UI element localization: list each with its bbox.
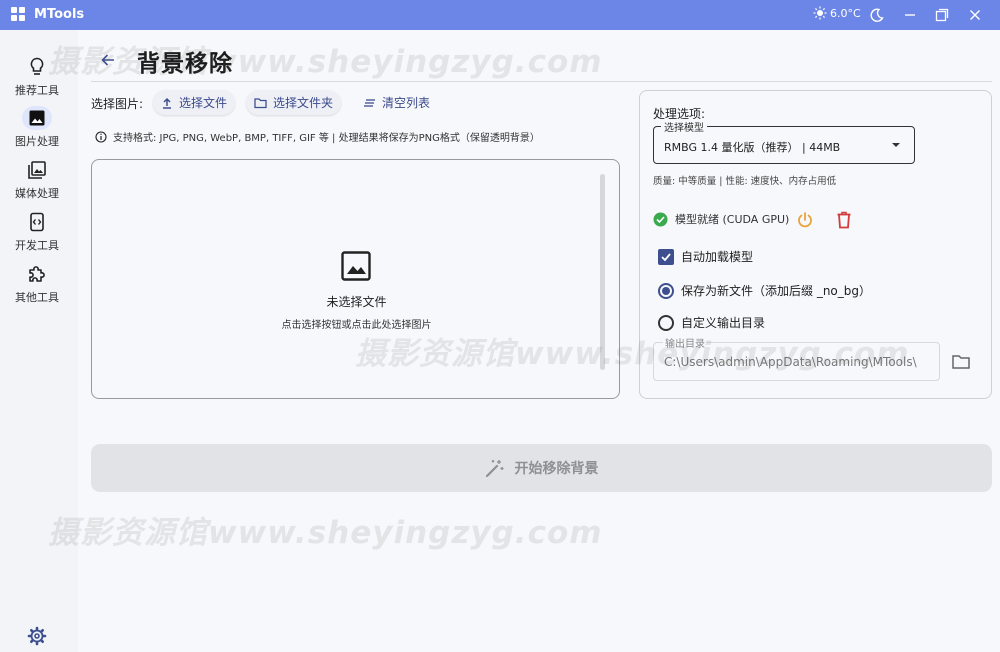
folder-icon bbox=[952, 354, 970, 369]
auto-load-model-label: 自动加载模型 bbox=[681, 250, 754, 264]
sidebar: 推荐工具 图片处理 媒体处理 开发工具 其他工具 bbox=[0, 30, 78, 652]
start-remove-background-button[interactable]: 开始移除背景 bbox=[91, 444, 992, 492]
clear-list-label: 清空列表 bbox=[382, 96, 431, 110]
image-placeholder-icon bbox=[341, 251, 371, 281]
save-as-new-file-label: 保存为新文件（添加后缀 _no_bg） bbox=[681, 284, 871, 298]
theme-moon-icon bbox=[870, 8, 884, 22]
gear-icon bbox=[27, 626, 47, 646]
magic-wand-icon bbox=[485, 460, 503, 478]
title-bar: MTools 6.0°C bbox=[0, 0, 1000, 30]
output-dir-value: C:\Users\admin\AppData\Roaming\MTools\ bbox=[664, 355, 917, 369]
model-select[interactable]: 选择模型 RMBG 1.4 量化版（推荐） | 44MB bbox=[653, 119, 915, 164]
supported-formats-text: 支持格式: JPG, PNG, WebP, BMP, TIFF, GIF 等 |… bbox=[113, 133, 540, 144]
select-folder-button[interactable]: 选择文件夹 bbox=[246, 90, 342, 115]
watermark: 摄影资源馆www.sheyingzyg.com bbox=[48, 515, 603, 551]
processing-options-panel: 处理选项: 选择模型 RMBG 1.4 量化版（推荐） | 44MB 质量: 中… bbox=[639, 90, 992, 399]
model-status-text: 模型就绪 (CUDA GPU) bbox=[675, 213, 790, 226]
lightbulb-icon bbox=[22, 55, 52, 79]
puzzle-icon bbox=[22, 262, 52, 286]
checkbox-checked-icon bbox=[658, 248, 674, 265]
select-file-label: 选择文件 bbox=[179, 96, 228, 110]
sidebar-item-media-processing[interactable]: 媒体处理 bbox=[0, 158, 74, 210]
app-logo-icon bbox=[11, 7, 25, 21]
sidebar-item-label: 其他工具 bbox=[15, 291, 59, 304]
unload-model-button[interactable] bbox=[794, 209, 816, 231]
sidebar-item-label: 媒体处理 bbox=[15, 187, 59, 200]
drop-zone-hint: 点击选择按钮或点击此处选择图片 bbox=[281, 320, 432, 331]
model-select-value: RMBG 1.4 量化版（推荐） | 44MB bbox=[664, 141, 841, 154]
minimize-icon bbox=[905, 14, 915, 16]
weather-temperature: 6.0°C bbox=[830, 6, 861, 20]
page-title: 背景移除 bbox=[137, 51, 233, 77]
select-folder-label: 选择文件夹 bbox=[273, 96, 334, 110]
sidebar-item-label: 开发工具 bbox=[15, 239, 59, 252]
info-icon bbox=[95, 130, 107, 143]
watermark: 摄影资源馆www.sheyingzyg.com bbox=[48, 44, 603, 80]
minimize-button[interactable] bbox=[900, 5, 920, 25]
clear-list-button[interactable]: 清空列表 bbox=[355, 90, 438, 115]
sidebar-item-dev-tools[interactable]: 开发工具 bbox=[0, 210, 74, 262]
image-drop-zone[interactable]: 未选择文件 点击选择按钮或点击此处选择图片 bbox=[91, 159, 620, 399]
sidebar-item-recommended[interactable]: 推荐工具 bbox=[0, 55, 74, 107]
model-status: 模型就绪 (CUDA GPU) bbox=[653, 211, 789, 227]
auto-load-model-checkbox[interactable]: 自动加载模型 bbox=[658, 248, 753, 265]
power-icon bbox=[798, 212, 812, 228]
output-dir-label: 输出目录 bbox=[663, 335, 707, 350]
delete-icon bbox=[837, 211, 851, 229]
check-circle-icon bbox=[653, 212, 668, 226]
close-button[interactable] bbox=[965, 5, 985, 25]
media-library-icon bbox=[22, 158, 52, 182]
theme-toggle-button[interactable] bbox=[867, 5, 887, 25]
image-icon bbox=[22, 106, 52, 130]
dropdown-arrow-icon bbox=[892, 143, 900, 147]
select-images-label: 选择图片: bbox=[91, 97, 144, 111]
maximize-icon bbox=[935, 8, 949, 22]
model-select-label: 选择模型 bbox=[661, 119, 707, 134]
weather-sun-icon bbox=[813, 6, 827, 20]
upload-icon bbox=[163, 97, 171, 109]
delete-model-button[interactable] bbox=[833, 209, 855, 231]
output-dir-field[interactable]: 输出目录 C:\Users\admin\AppData\Roaming\MToo… bbox=[653, 335, 940, 381]
app-title: MTools bbox=[34, 7, 85, 22]
header-divider bbox=[91, 81, 992, 82]
back-button[interactable] bbox=[97, 49, 119, 71]
clear-all-icon bbox=[364, 98, 375, 107]
close-icon bbox=[970, 10, 980, 20]
custom-output-dir-label: 自定义输出目录 bbox=[681, 316, 766, 330]
browse-output-dir-button[interactable] bbox=[950, 350, 972, 372]
settings-button[interactable] bbox=[27, 626, 47, 646]
arrow-left-icon bbox=[101, 54, 114, 66]
maximize-button[interactable] bbox=[932, 5, 952, 25]
weather-widget[interactable]: 6.0°C bbox=[813, 6, 861, 20]
select-file-button[interactable]: 选择文件 bbox=[153, 90, 236, 115]
start-button-label: 开始移除背景 bbox=[514, 461, 599, 477]
sidebar-item-image-processing[interactable]: 图片处理 bbox=[0, 106, 74, 158]
folder-icon bbox=[254, 97, 267, 108]
supported-formats-info: 支持格式: JPG, PNG, WebP, BMP, TIFF, GIF 等 |… bbox=[95, 129, 540, 144]
sidebar-item-label: 图片处理 bbox=[15, 135, 59, 148]
sidebar-item-label: 推荐工具 bbox=[15, 84, 59, 97]
save-as-new-file-radio[interactable]: 保存为新文件（添加后缀 _no_bg） bbox=[658, 282, 871, 299]
model-quality-info: 质量: 中等质量 | 性能: 速度快、内存占用低 bbox=[653, 176, 837, 187]
radio-unselected-icon bbox=[658, 314, 674, 331]
custom-output-dir-radio[interactable]: 自定义输出目录 bbox=[658, 314, 765, 331]
radio-selected-icon bbox=[658, 282, 674, 299]
code-icon bbox=[22, 210, 52, 234]
no-file-selected-text: 未选择文件 bbox=[326, 295, 387, 309]
drop-zone-scrollbar[interactable] bbox=[600, 174, 605, 370]
sidebar-item-other-tools[interactable]: 其他工具 bbox=[0, 262, 74, 314]
